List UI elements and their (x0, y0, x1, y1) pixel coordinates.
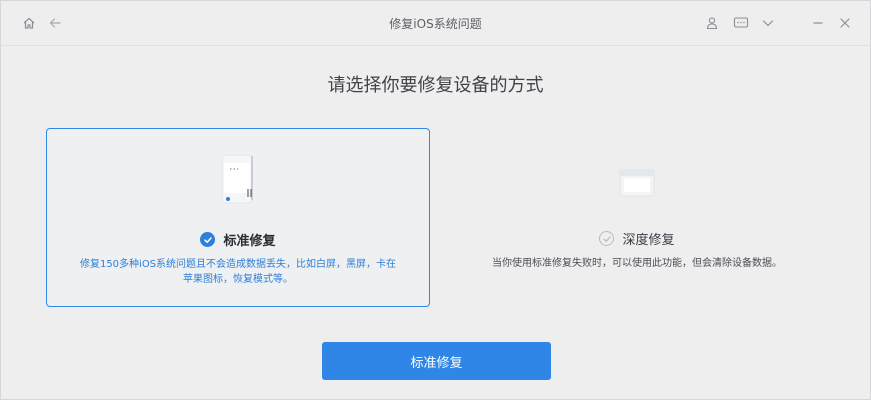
option-card-deep-repair[interactable]: 深度修复 当你使用标准修复失败时，可以使用此功能，但会清除设备数据。 (441, 128, 833, 307)
option-description: 修复150多种iOS系统问题且不会造成数据丢失，比如白屏，黑屏，卡在苹果图标，恢… (79, 259, 397, 285)
minimize-icon[interactable] (808, 13, 828, 33)
feedback-icon[interactable] (731, 13, 751, 33)
option-card-standard-repair[interactable]: 标准修复 修复150多种iOS系统问题且不会造成数据丢失，比如白屏，黑屏，卡在苹… (46, 128, 430, 307)
option-title-row: 深度修复 (441, 229, 833, 248)
option-title: 深度修复 (622, 233, 675, 248)
check-selected-icon (200, 232, 216, 247)
device-box-icon (617, 164, 657, 204)
phone-device-icon (216, 153, 260, 209)
standard-repair-button[interactable]: 标准修复 (322, 342, 551, 380)
app-window: 修复iOS系统问题 请选择你要修复设备的方式 标准修复 修复150多种iOS系统… (0, 0, 871, 400)
title-bar: 修复iOS系统问题 (1, 1, 870, 45)
title-divider (1, 45, 870, 46)
check-unselected-icon (599, 231, 615, 246)
page-heading: 请选择你要修复设备的方式 (327, 75, 544, 96)
dropdown-chevron-icon[interactable] (758, 13, 778, 33)
option-title-row: 标准修复 (47, 230, 429, 249)
user-icon[interactable] (702, 13, 722, 33)
close-icon[interactable] (835, 13, 855, 33)
option-description: 当你使用标准修复失败时，可以使用此功能，但会清除设备数据。 (492, 258, 782, 269)
option-title: 标准修复 (223, 234, 276, 249)
